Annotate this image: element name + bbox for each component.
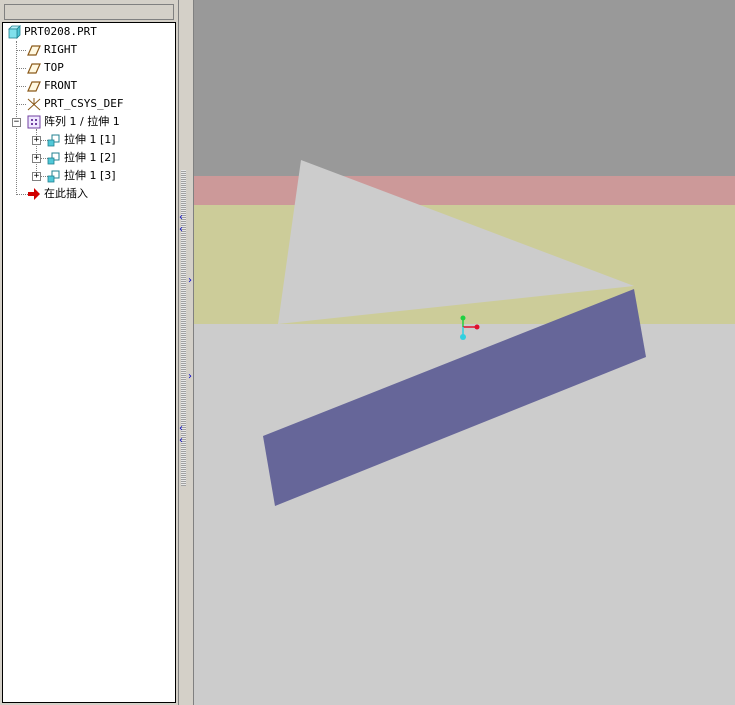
expand-toggle[interactable]: + — [32, 154, 41, 163]
tree-item-label: PRT_CSYS_DEF — [44, 97, 124, 110]
tree-item-right[interactable]: RIGHT — [27, 41, 77, 59]
collapse-left-icon[interactable]: ‹ — [179, 213, 183, 223]
datum-plane-icon — [27, 79, 41, 93]
tree-item-csys[interactable]: PRT_CSYS_DEF — [27, 95, 123, 113]
collapse-left-icon[interactable]: ‹ — [179, 225, 183, 235]
tree-item-top[interactable]: TOP — [27, 59, 64, 77]
background-band-gray — [194, 0, 735, 176]
tree-item-insert-here[interactable]: 在此插入 — [27, 185, 88, 203]
background-band-pink — [194, 176, 735, 205]
extrude-icon — [47, 151, 61, 165]
insert-arrow-icon — [27, 187, 41, 201]
tree-item-front[interactable]: FRONT — [27, 77, 77, 95]
collapse-left-icon[interactable]: ‹ — [179, 424, 183, 434]
graphics-viewport[interactable] — [194, 0, 735, 705]
model-tree-panel: PRT0208.PRT RIGHT TOP FRONT PRT_CSYS_DEF… — [0, 0, 178, 705]
tree-item-label: 拉伸 1 [3] — [64, 169, 116, 182]
expand-toggle[interactable]: + — [32, 172, 41, 181]
datum-plane-icon — [27, 43, 41, 57]
extrude-icon — [47, 133, 61, 147]
collapse-toggle[interactable]: − — [12, 118, 21, 127]
coordinate-system-icon — [27, 97, 41, 111]
tree-connector — [16, 68, 26, 69]
tree-item-extrude-1[interactable]: 拉伸 1 [1] — [47, 131, 116, 149]
tree-connector — [16, 86, 26, 87]
part-icon — [7, 25, 21, 39]
tree-item-label: 阵列 1 / 拉伸 1 — [44, 115, 120, 128]
expand-right-icon[interactable]: › — [188, 276, 192, 286]
tree-item-label: 拉伸 1 [2] — [64, 151, 116, 164]
model-tree-header[interactable] — [4, 4, 174, 20]
tree-item-label: FRONT — [44, 79, 78, 92]
tree-item-extrude-3[interactable]: 拉伸 1 [3] — [47, 167, 116, 185]
tree-item-root[interactable]: PRT0208.PRT — [7, 23, 97, 41]
tree-item-extrude-2[interactable]: 拉伸 1 [2] — [47, 149, 116, 167]
tree-item-label: 在此插入 — [44, 187, 88, 200]
expand-right-icon[interactable]: › — [188, 372, 192, 382]
expand-toggle[interactable]: + — [32, 136, 41, 145]
model-view — [194, 0, 735, 506]
collapse-left-icon[interactable]: ‹ — [179, 436, 183, 446]
datum-plane-icon — [27, 61, 41, 75]
model-tree[interactable]: PRT0208.PRT RIGHT TOP FRONT PRT_CSYS_DEF… — [2, 22, 176, 703]
tree-item-label: RIGHT — [44, 43, 78, 56]
tree-item-pattern[interactable]: 阵列 1 / 拉伸 1 — [27, 113, 120, 131]
panel-splitter[interactable]: ‹ ‹ › › ‹ ‹ — [178, 0, 194, 705]
tree-item-label: 拉伸 1 [1] — [64, 133, 116, 146]
extrude-icon — [47, 169, 61, 183]
tree-item-label: TOP — [44, 61, 64, 74]
pattern-icon — [27, 115, 41, 129]
tree-connector — [16, 50, 26, 51]
tree-item-label: PRT0208.PRT — [24, 25, 97, 38]
tree-connector — [16, 104, 26, 105]
